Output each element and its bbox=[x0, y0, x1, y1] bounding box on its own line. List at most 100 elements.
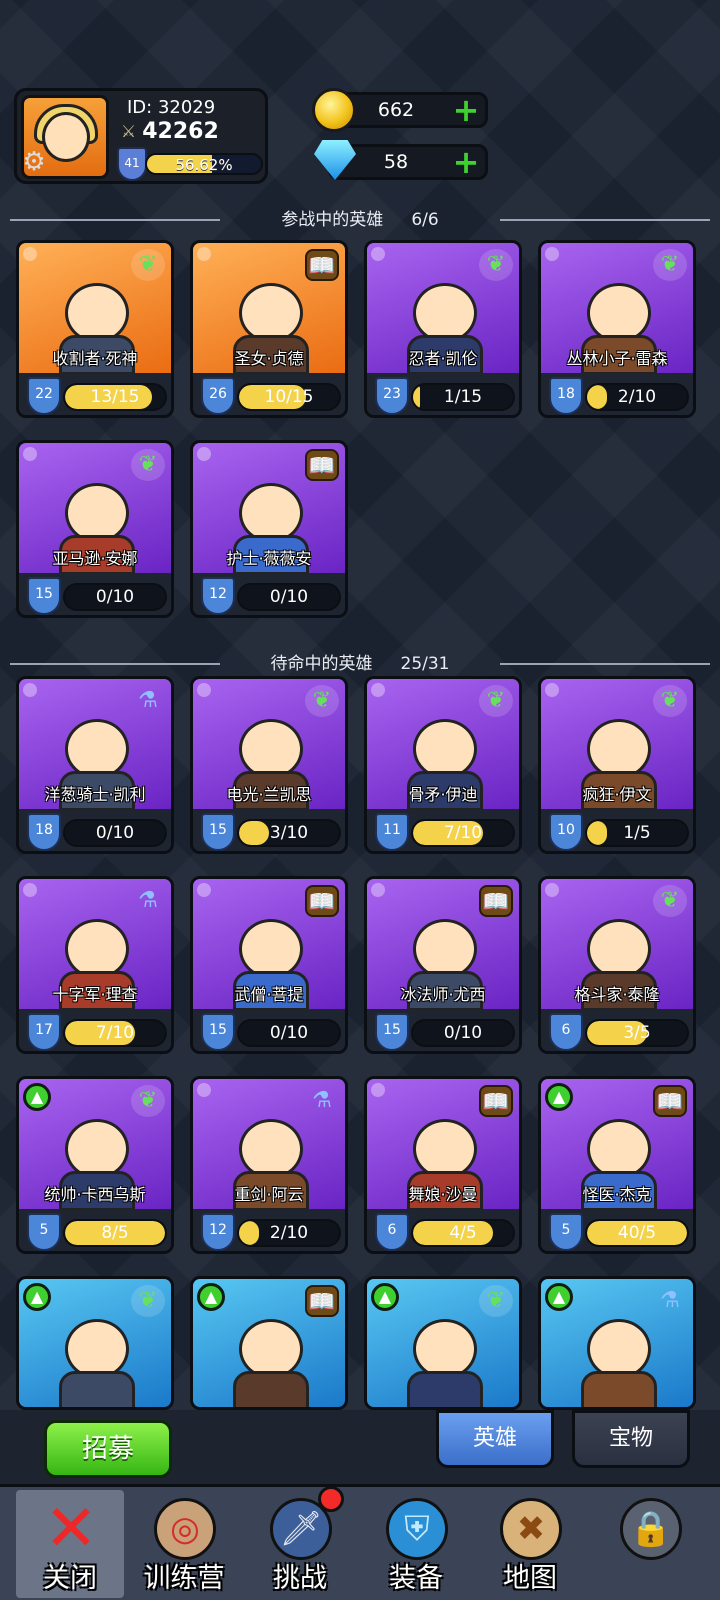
wing-icon: ❦ bbox=[479, 249, 513, 281]
hero-shard-progress: 10/15 bbox=[237, 383, 341, 411]
hero-stats: 22 13/15 bbox=[19, 373, 171, 415]
armor-icon: ⛨ bbox=[386, 1498, 448, 1560]
nav-training[interactable]: ◎ 训练营 bbox=[130, 1490, 238, 1598]
hero-card[interactable]: ❦ 骨矛·伊迪 11 7/10 bbox=[364, 676, 522, 854]
card-gloss bbox=[197, 683, 211, 697]
hero-name: 亚马逊·安娜 bbox=[52, 549, 138, 568]
hero-level-badge: 5 bbox=[549, 1213, 583, 1251]
hero-card[interactable]: ▲ ⚗ bbox=[538, 1276, 696, 1410]
lock-icon: 🔒 bbox=[620, 1498, 682, 1560]
hero-card[interactable]: ▲ ❦ bbox=[364, 1276, 522, 1410]
hero-card[interactable]: ⚗ 洋葱骑士·凯利 18 0/10 bbox=[16, 676, 174, 854]
hero-card[interactable]: 📖 舞娘·沙曼 6 4/5 bbox=[364, 1076, 522, 1254]
progress-text: 10/15 bbox=[264, 387, 314, 407]
nav-locked[interactable]: 🔒 bbox=[596, 1490, 704, 1598]
hero-portrait: 📖 冰法师·尤西 bbox=[367, 879, 519, 1011]
hero-shard-progress: 4/5 bbox=[411, 1219, 515, 1247]
hero-stats: 11 7/10 bbox=[367, 809, 519, 851]
player-id: ID: 32029 bbox=[127, 97, 216, 118]
hero-card[interactable]: ❦ 收割者·死神 22 13/15 bbox=[16, 240, 174, 418]
hero-name: 骨矛·伊迪 bbox=[408, 785, 478, 804]
hero-stats: 6 3/5 bbox=[541, 1009, 693, 1051]
hero-portrait: ▲ 📖 bbox=[193, 1279, 345, 1407]
hero-stats: 5 40/5 bbox=[541, 1209, 693, 1251]
hero-name: 怪医·杰克 bbox=[582, 1185, 652, 1204]
hero-card[interactable]: 📖 护士·薇薇安 12 0/10 bbox=[190, 440, 348, 618]
add-gold-button[interactable]: + bbox=[451, 94, 481, 126]
nav-label: 关闭 bbox=[43, 1563, 97, 1594]
hero-portrait: 📖 圣女·贞德 bbox=[193, 243, 345, 375]
hero-portrait: ▲ ❦ bbox=[367, 1279, 519, 1407]
card-gloss bbox=[23, 447, 37, 461]
power-value: 42262 bbox=[142, 119, 219, 144]
potion-icon: ⚗ bbox=[138, 688, 158, 713]
hero-name: 十字军·理查 bbox=[52, 985, 138, 1004]
nav-map[interactable]: ✖ 地图 bbox=[476, 1490, 584, 1598]
hero-shard-progress: 0/10 bbox=[237, 1019, 341, 1047]
recruit-button[interactable]: 招募 bbox=[44, 1420, 172, 1478]
hero-card[interactable]: ❦ 格斗家·泰隆 6 3/5 bbox=[538, 876, 696, 1054]
hero-portrait: ▲ ❦ 统帅·卡西乌斯 bbox=[19, 1079, 171, 1211]
card-gloss bbox=[197, 247, 211, 261]
book-icon: 📖 bbox=[305, 249, 339, 281]
hero-card[interactable]: ❦ 忍者·凯伦 23 1/15 bbox=[364, 240, 522, 418]
hero-stats: 15 0/10 bbox=[19, 573, 171, 615]
hero-head bbox=[587, 1319, 651, 1379]
hero-portrait: 📖 舞娘·沙曼 bbox=[367, 1079, 519, 1211]
hero-name: 收割者·死神 bbox=[52, 349, 138, 368]
progress-text: 40/5 bbox=[617, 1223, 657, 1243]
tab-treasure[interactable]: 宝物 bbox=[572, 1410, 690, 1468]
hero-head bbox=[587, 919, 651, 979]
hero-head bbox=[587, 283, 651, 343]
player-power: ⚔ 42262 bbox=[121, 119, 219, 144]
hero-portrait: ❦ 丛林小子·雷森 bbox=[541, 243, 693, 375]
hero-shard-progress: 13/15 bbox=[63, 383, 167, 411]
card-gloss bbox=[23, 683, 37, 697]
hero-stats: 5 8/5 bbox=[19, 1209, 171, 1251]
hero-card[interactable]: 📖 武僧·菩提 15 0/10 bbox=[190, 876, 348, 1054]
hero-card[interactable]: ⚗ 重剑·阿云 12 2/10 bbox=[190, 1076, 348, 1254]
hero-level-badge: 23 bbox=[375, 377, 409, 415]
hero-shard-progress: 0/10 bbox=[411, 1019, 515, 1047]
hero-card[interactable]: ▲ 📖 怪医·杰克 5 40/5 bbox=[538, 1076, 696, 1254]
progress-text: 0/10 bbox=[443, 1023, 483, 1043]
arrow-up-icon: ▲ bbox=[371, 1283, 399, 1311]
nav-close[interactable]: ✕ 关闭 bbox=[16, 1490, 124, 1598]
hero-card[interactable]: 📖 冰法师·尤西 15 0/10 bbox=[364, 876, 522, 1054]
hero-level-badge: 11 bbox=[375, 813, 409, 851]
tab-heroes[interactable]: 英雄 bbox=[436, 1410, 554, 1468]
player-profile-panel[interactable]: ⚙ ID: 32029 ⚔ 42262 41 56.62% bbox=[14, 88, 268, 184]
hero-stats: 18 2/10 bbox=[541, 373, 693, 415]
card-gloss bbox=[23, 883, 37, 897]
nav-label: 挑战 bbox=[273, 1563, 327, 1594]
hero-card[interactable]: ▲ ❦ bbox=[16, 1276, 174, 1410]
gear-icon[interactable]: ⚙ bbox=[19, 147, 49, 177]
hero-name: 统帅·卡西乌斯 bbox=[44, 1185, 146, 1204]
card-gloss bbox=[197, 1083, 211, 1097]
hero-card[interactable]: ❦ 电光·兰凯思 15 3/10 bbox=[190, 676, 348, 854]
hero-shard-progress: 3/10 bbox=[237, 819, 341, 847]
hero-portrait: ⚗ 十字军·理查 bbox=[19, 879, 171, 1011]
progress-text: 7/10 bbox=[95, 1023, 135, 1043]
card-gloss bbox=[371, 1083, 385, 1097]
hero-card[interactable]: ❦ 亚马逊·安娜 15 0/10 bbox=[16, 440, 174, 618]
nav-equipment[interactable]: ⛨ 装备 bbox=[362, 1490, 470, 1598]
hero-card[interactable]: ❦ 疯狂·伊文 10 1/5 bbox=[538, 676, 696, 854]
hero-stats: 17 7/10 bbox=[19, 1009, 171, 1051]
hero-card[interactable]: ⚗ 十字军·理查 17 7/10 bbox=[16, 876, 174, 1054]
arrow-up-icon: ▲ bbox=[197, 1283, 225, 1311]
gold-coin-icon bbox=[312, 88, 356, 132]
add-gem-button[interactable]: + bbox=[451, 146, 481, 178]
hero-name: 疯狂·伊文 bbox=[582, 785, 652, 804]
hero-shard-progress: 7/10 bbox=[63, 1019, 167, 1047]
hero-card[interactable]: ▲ ❦ 统帅·卡西乌斯 5 8/5 bbox=[16, 1076, 174, 1254]
hero-stats: 15 0/10 bbox=[367, 1009, 519, 1051]
hero-card[interactable]: ▲ 📖 bbox=[190, 1276, 348, 1410]
hero-name: 重剑·阿云 bbox=[234, 1185, 304, 1204]
hero-card[interactable]: 📖 圣女·贞德 26 10/15 bbox=[190, 240, 348, 418]
hero-card[interactable]: ❦ 丛林小子·雷森 18 2/10 bbox=[538, 240, 696, 418]
hero-head bbox=[587, 1119, 651, 1179]
hero-head bbox=[65, 483, 129, 543]
xp-progress-bar: 56.62% bbox=[145, 153, 263, 175]
hero-name: 洋葱骑士·凯利 bbox=[44, 785, 146, 804]
